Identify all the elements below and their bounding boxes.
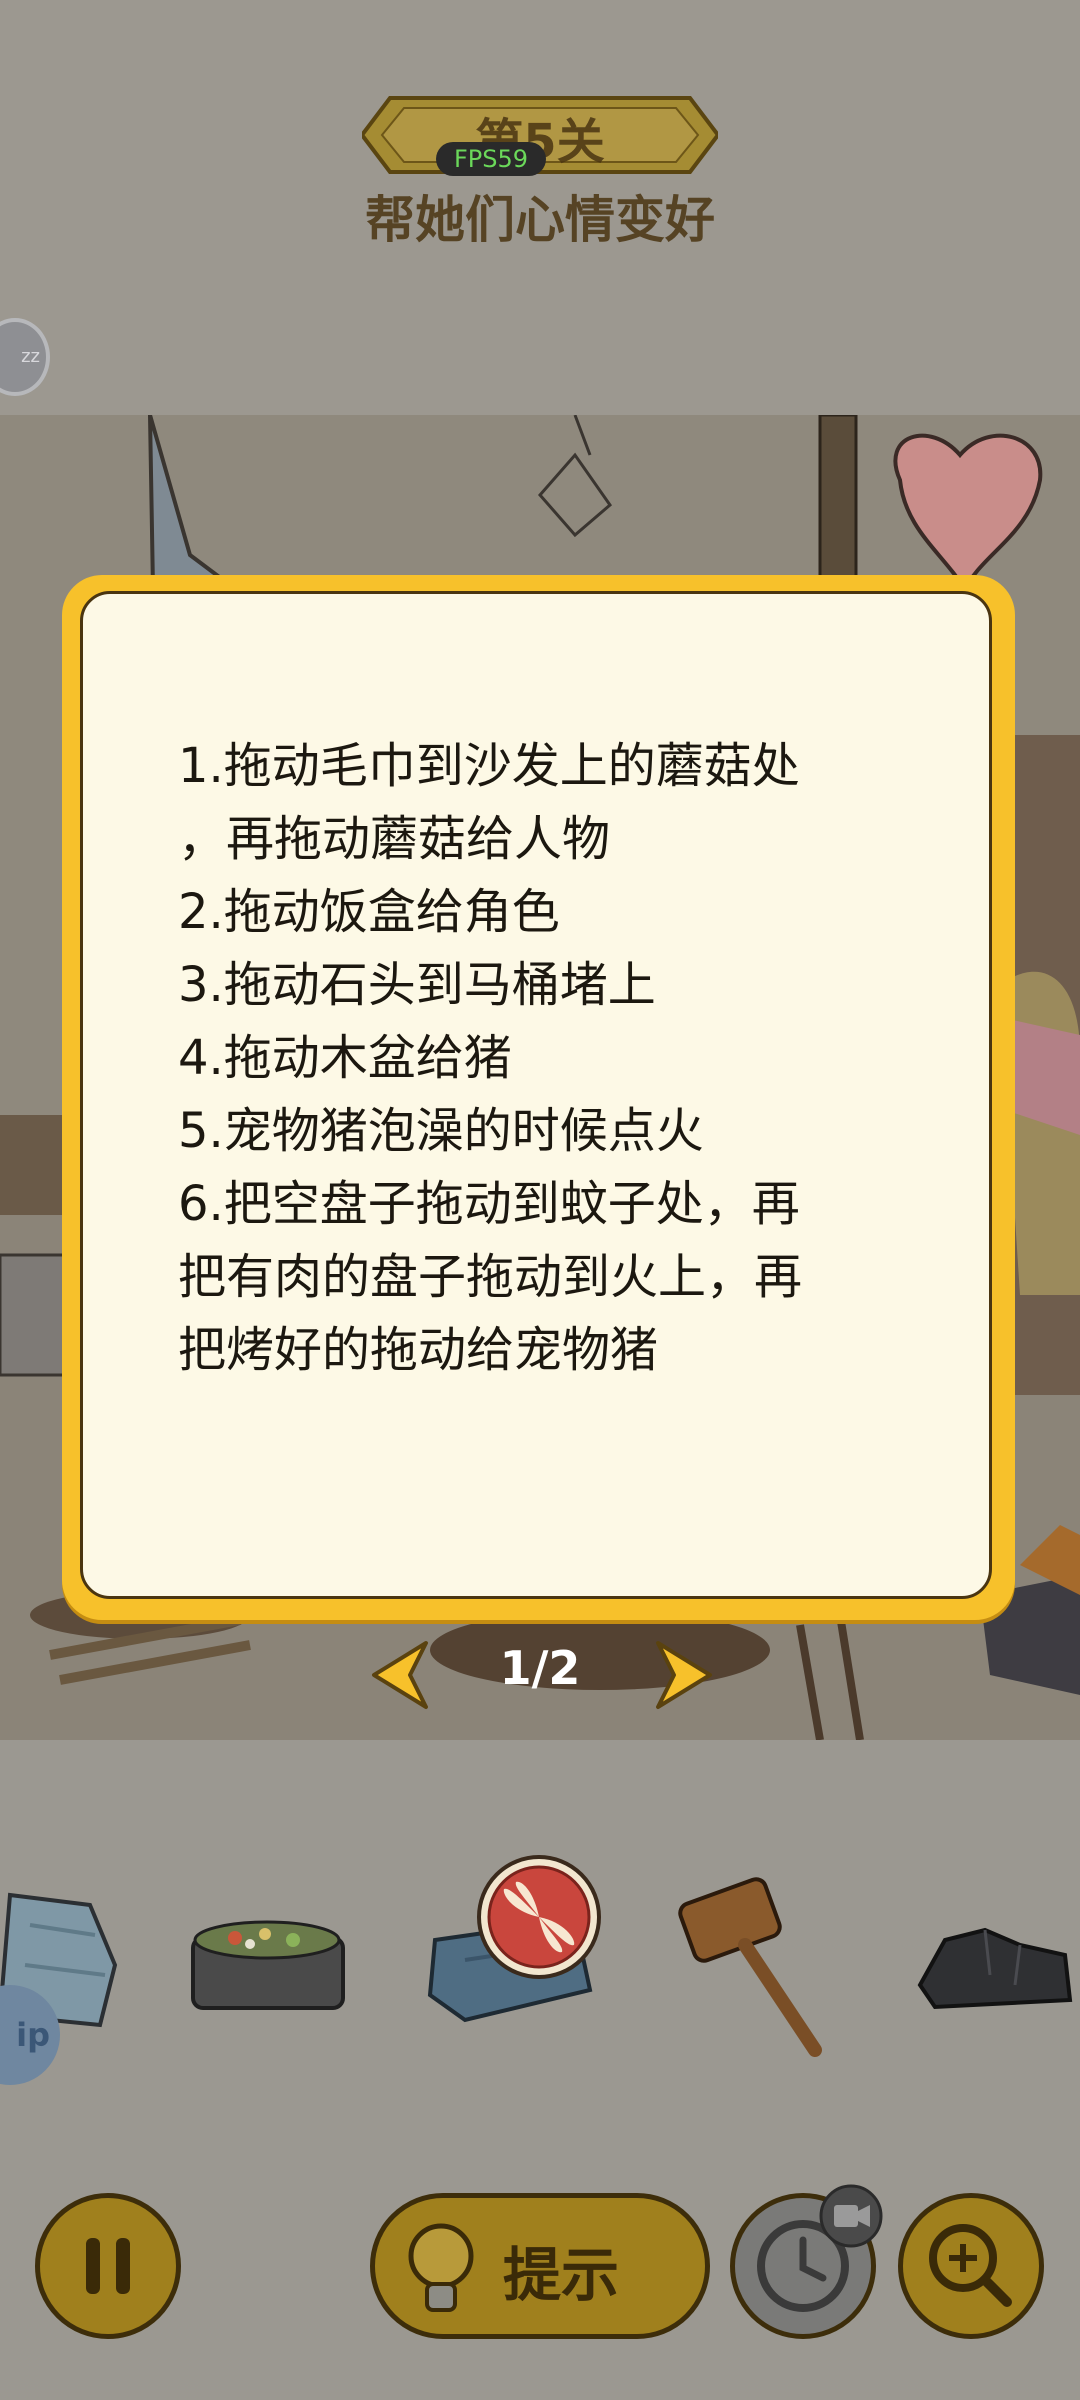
task-title: 帮她们心情变好: [365, 191, 715, 249]
magnifier-plus-icon: [929, 2224, 1012, 2307]
video-ad-icon: [819, 2184, 883, 2248]
zoom-in-button[interactable]: [898, 2193, 1044, 2339]
instruction-text: 1.拖动毛巾到沙发上的蘑菇处 ，再拖动蘑菇给人物 2.拖动饭盒给角色 3.拖动石…: [178, 730, 958, 1387]
instruction-line: 把烤好的拖动给宠物猪: [178, 1322, 659, 1378]
dialog-pager: 1/2: [360, 1635, 720, 1715]
instruction-line: 5.宠物猪泡澡的时候点火: [178, 1103, 704, 1159]
hint-button[interactable]: 提示: [370, 2193, 710, 2339]
previous-page-arrow-icon[interactable]: [364, 1639, 434, 1711]
food-box-item-icon[interactable]: [185, 1908, 350, 2018]
next-page-arrow-icon[interactable]: [650, 1639, 720, 1711]
pause-button[interactable]: [35, 2193, 181, 2339]
fps-counter: FPS59: [436, 142, 546, 176]
instruction-line: ，再拖动蘑菇给人物: [178, 811, 611, 867]
instruction-line: 4.拖动木盆给猪: [178, 1030, 512, 1086]
instruction-line: 把有肉的盘子拖动到火上，再: [178, 1249, 803, 1305]
hint-label: 提示: [503, 2241, 620, 2309]
instruction-line: 3.拖动石头到马桶堵上: [178, 957, 656, 1013]
instruction-line: 2.拖动饭盒给角色: [178, 884, 560, 940]
wooden-mallet-item-icon[interactable]: [675, 1870, 835, 2060]
instruction-line: 1.拖动毛巾到沙发上的蘑菇处: [178, 738, 800, 794]
close-dialog-button[interactable]: [474, 1852, 604, 1982]
page-indicator: 1/2: [499, 1641, 581, 1695]
pause-icon: [86, 2238, 130, 2294]
lightbulb-icon: [408, 2223, 474, 2312]
instruction-line: 6.把空盘子拖动到蚊子处，再: [178, 1176, 800, 1232]
coal-rock-item-icon[interactable]: [915, 1915, 1075, 2015]
